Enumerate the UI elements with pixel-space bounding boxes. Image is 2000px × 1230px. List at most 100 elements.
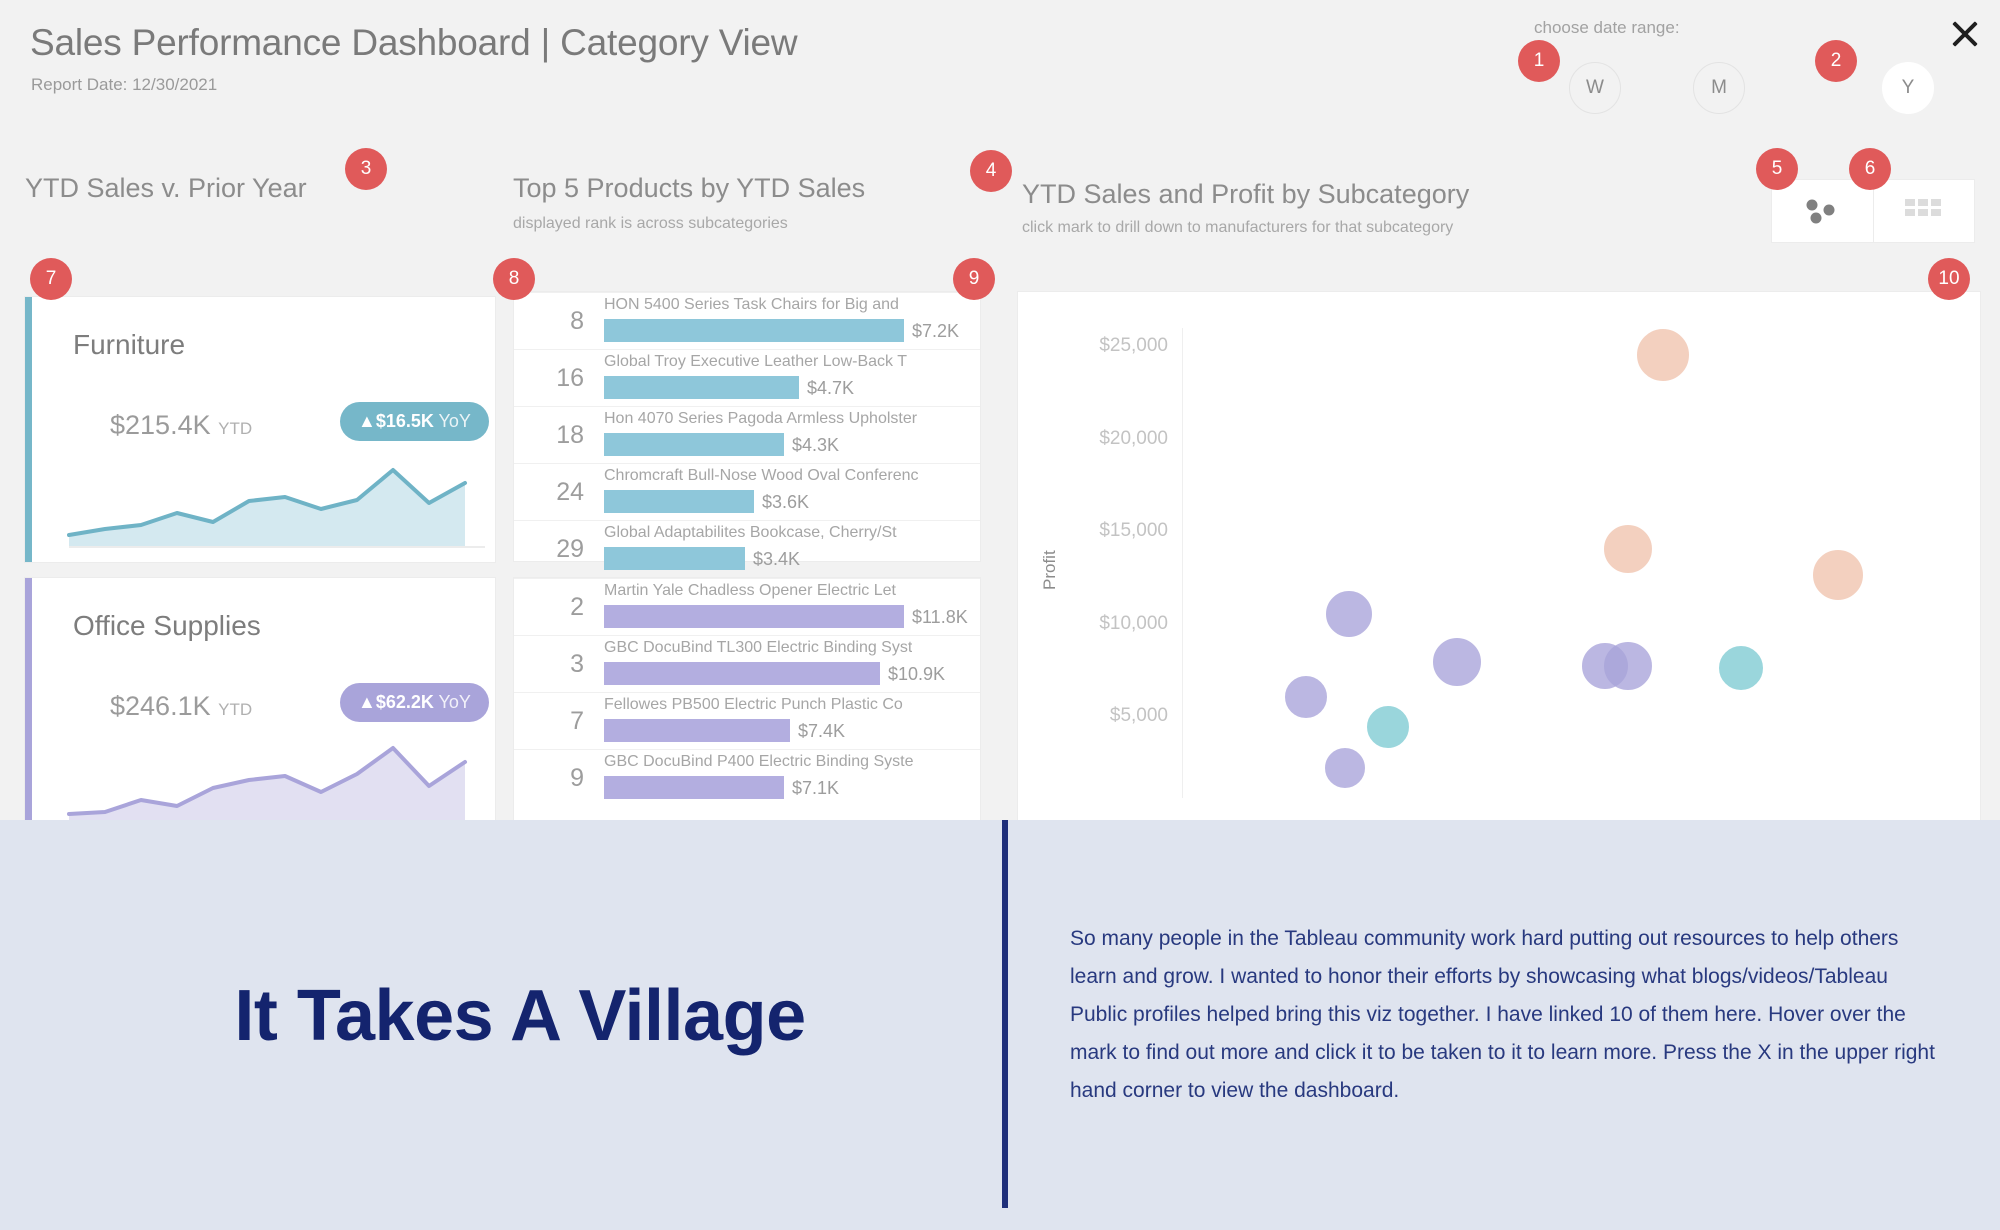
kpi-delta-badge: ▲$62.2K YoY xyxy=(340,683,489,722)
product-name: GBC DocuBind TL300 Electric Binding Syst xyxy=(604,639,913,656)
product-row[interactable]: 2 Martin Yale Chadless Opener Electric Le… xyxy=(514,578,980,635)
kpi-value-unit: YTD xyxy=(218,419,253,438)
kpi-value: $246.1K YTD xyxy=(110,691,252,722)
date-range-month-button[interactable]: M xyxy=(1693,62,1745,114)
date-range-week-label: W xyxy=(1586,77,1604,98)
overlay-divider xyxy=(1002,820,1008,1208)
product-bar xyxy=(604,776,784,799)
product-row[interactable]: 24 Chromcraft Bull-Nose Wood Oval Confere… xyxy=(514,463,980,520)
product-row[interactable]: 16 Global Troy Executive Leather Low-Back… xyxy=(514,349,980,406)
product-value: $7.4K xyxy=(798,721,846,741)
kpi-delta-unit: YoY xyxy=(438,411,471,431)
product-row[interactable]: 3 GBC DocuBind TL300 Electric Binding Sys… xyxy=(514,635,980,692)
scatter-mark[interactable] xyxy=(1718,645,1763,690)
product-rank: 7 xyxy=(570,707,584,735)
scatter-mark[interactable] xyxy=(1604,641,1653,690)
scatter-view-button[interactable] xyxy=(1772,180,1873,242)
annotation-badge-2[interactable]: 2 xyxy=(1815,40,1857,82)
annotation-badge-8[interactable]: 8 xyxy=(493,258,535,300)
product-rank: 3 xyxy=(570,650,584,678)
scatter-mark[interactable] xyxy=(1433,638,1482,686)
product-list-office-supplies: 2 Martin Yale Chadless Opener Electric Le… xyxy=(514,578,980,847)
product-row[interactable]: 7 Fellowes PB500 Electric Punch Plastic C… xyxy=(514,692,980,749)
product-rank: 2 xyxy=(570,593,584,621)
product-name: Global Adaptabilites Bookcase, Cherry/St xyxy=(604,524,897,541)
kpi-value-unit: YTD xyxy=(218,700,253,719)
product-value: $3.4K xyxy=(753,549,801,569)
date-range-year-label: Y xyxy=(1901,77,1915,98)
product-name: Fellowes PB500 Electric Punch Plastic Co xyxy=(604,696,903,713)
y-tick-label: $25,000 xyxy=(1099,335,1168,357)
product-value: $10.9K xyxy=(888,664,946,684)
kpi-value: $215.4K YTD xyxy=(110,410,252,441)
kpi-delta-value: ▲$16.5K xyxy=(358,411,434,431)
scatter-mark[interactable] xyxy=(1285,676,1328,719)
annotation-badge-7[interactable]: 7 xyxy=(30,258,72,300)
product-rank: 24 xyxy=(556,478,584,506)
scatter-chart-panel[interactable]: Profit $25,000 $20,000 $15,000 $10,000 $… xyxy=(1018,292,1980,824)
kpi-sparkline-furniture xyxy=(67,468,485,548)
y-tick-label: $20,000 xyxy=(1099,427,1168,449)
section-subtitle-top5: displayed rank is across subcategories xyxy=(513,215,788,232)
product-value: $4.7K xyxy=(807,378,855,398)
product-rank: 29 xyxy=(556,535,584,563)
annotation-badge-4[interactable]: 4 xyxy=(970,150,1012,192)
product-name: Martin Yale Chadless Opener Electric Let xyxy=(604,582,896,599)
annotation-badge-10[interactable]: 10 xyxy=(1928,258,1970,300)
y-tick-label: $5,000 xyxy=(1109,705,1168,727)
product-row[interactable]: 8 HON 5400 Series Task Chairs for Big and… xyxy=(514,292,980,349)
product-rank: 8 xyxy=(570,307,584,335)
product-bar xyxy=(604,376,799,399)
section-title-ytd-sales: YTD Sales v. Prior Year xyxy=(25,173,307,203)
kpi-accent-bar xyxy=(25,578,32,843)
product-bar xyxy=(604,433,784,456)
product-bar xyxy=(604,490,754,513)
y-tick-label: $10,000 xyxy=(1099,612,1168,634)
annotation-badge-9[interactable]: 9 xyxy=(953,258,995,300)
scatter-y-axis-label: Profit xyxy=(1040,550,1059,590)
kpi-value-number: $246.1K xyxy=(110,691,211,721)
scatter-dots-icon xyxy=(1806,199,1835,224)
annotation-badge-3[interactable]: 3 xyxy=(345,148,387,190)
table-view-button[interactable] xyxy=(1872,180,1975,242)
kpi-accent-bar xyxy=(25,297,32,562)
annotation-badge-1[interactable]: 1 xyxy=(1518,40,1560,82)
kpi-category-name: Furniture xyxy=(73,329,186,360)
date-range-week-button[interactable]: W xyxy=(1569,62,1621,114)
product-rank: 16 xyxy=(556,364,584,392)
scatter-mark[interactable] xyxy=(1604,525,1653,574)
product-name: Hon 4070 Series Pagoda Armless Upholster xyxy=(604,410,918,427)
product-bar xyxy=(604,547,745,570)
report-date: Report Date: 12/30/2021 xyxy=(31,75,218,94)
product-bar xyxy=(604,605,904,628)
product-value: $3.6K xyxy=(762,492,810,512)
kpi-card-furniture[interactable]: Furniture $215.4K YTD ▲$16.5K YoY xyxy=(25,297,495,562)
product-bar xyxy=(604,662,880,685)
product-row[interactable]: 18 Hon 4070 Series Pagoda Armless Upholst… xyxy=(514,406,980,463)
date-range-year-button[interactable]: Y xyxy=(1882,62,1934,114)
overlay-body-text: So many people in the Tableau community … xyxy=(1070,927,1935,1102)
product-name: Global Troy Executive Leather Low-Back T xyxy=(604,353,907,370)
product-value: $4.3K xyxy=(792,435,840,455)
close-icon[interactable] xyxy=(1947,16,1983,52)
product-list-furniture: 8 HON 5400 Series Task Chairs for Big and… xyxy=(514,292,980,570)
product-row[interactable]: 9 GBC DocuBind P400 Electric Binding Syst… xyxy=(514,749,980,806)
page-title: Sales Performance Dashboard | Category V… xyxy=(30,22,798,63)
dashboard-header: Sales Performance Dashboard | Category V… xyxy=(0,0,2000,145)
scatter-mark[interactable] xyxy=(1637,328,1690,381)
scatter-mark[interactable] xyxy=(1325,590,1372,637)
product-row[interactable]: 29 Global Adaptabilites Bookcase, Cherry/… xyxy=(514,520,980,577)
scatter-mark[interactable] xyxy=(1366,705,1409,748)
date-range-label: choose date range: xyxy=(1534,18,1680,37)
scatter-mark[interactable] xyxy=(1324,747,1365,788)
product-name: HON 5400 Series Task Chairs for Big and xyxy=(604,296,899,313)
annotation-badge-6[interactable]: 6 xyxy=(1849,148,1891,190)
scatter-mark[interactable] xyxy=(1812,549,1863,600)
kpi-card-office-supplies[interactable]: Office Supplies $246.1K YTD ▲$62.2K YoY xyxy=(25,578,495,843)
product-rank: 9 xyxy=(570,764,584,792)
kpi-value-number: $215.4K xyxy=(110,410,211,440)
product-bar xyxy=(604,319,904,342)
overlay-title: It Takes A Village xyxy=(234,976,806,1056)
annotation-badge-5[interactable]: 5 xyxy=(1756,148,1798,190)
product-name: GBC DocuBind P400 Electric Binding Syste xyxy=(604,753,914,770)
